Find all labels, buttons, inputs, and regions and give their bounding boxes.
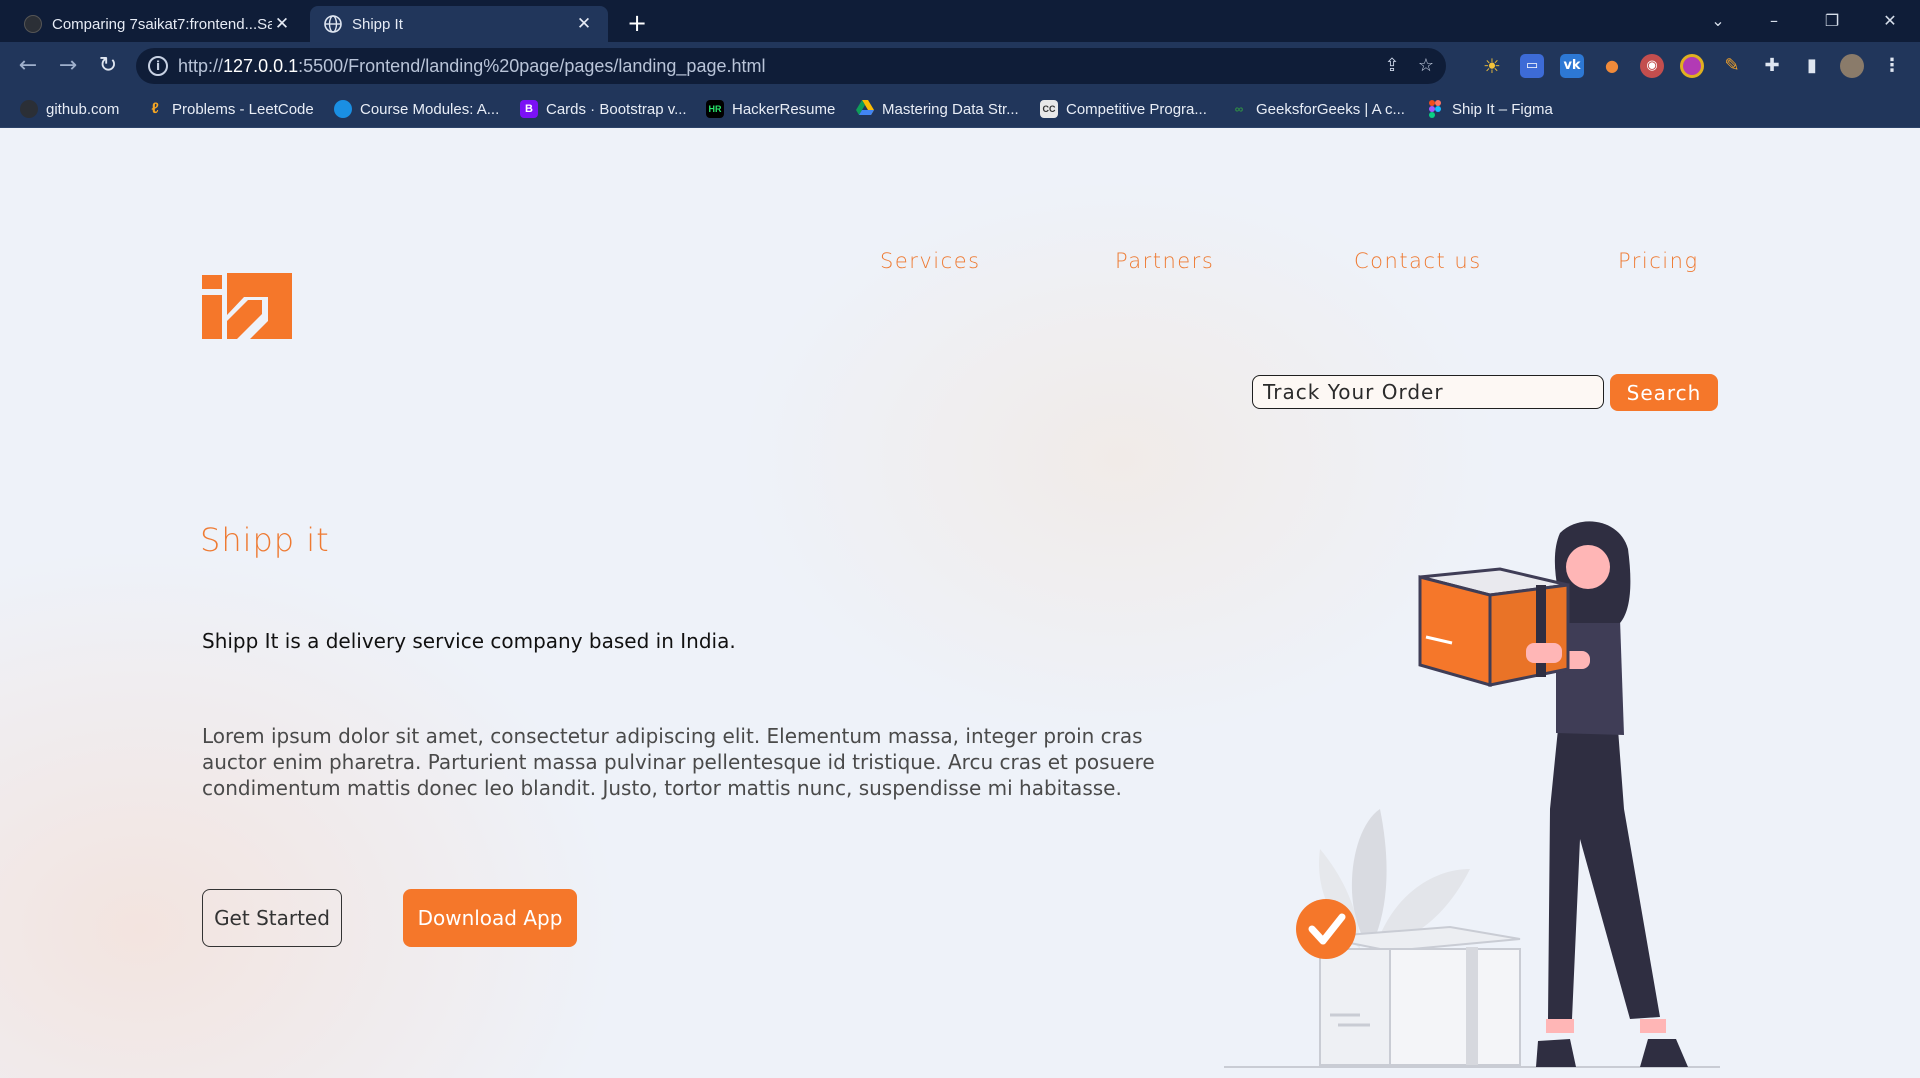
- bookmark-bootstrap[interactable]: B Cards · Bootstrap v...: [520, 97, 687, 121]
- bookmark-figma[interactable]: Ship It – Figma: [1426, 97, 1553, 121]
- cc-icon: CC: [1040, 100, 1058, 118]
- bootstrap-icon: B: [520, 100, 538, 118]
- landing-page: Services Partners Contact us Pricing Sea…: [0, 129, 1920, 1078]
- url-path: :5500/Frontend/landing%20page/pages/land…: [298, 56, 766, 76]
- nav-services[interactable]: Services: [880, 249, 981, 273]
- bookmark-label: HackerResume: [732, 100, 836, 118]
- shipp-it-logo[interactable]: [202, 273, 292, 339]
- share-icon[interactable]: ⇪: [1380, 54, 1404, 78]
- url-scheme: http://: [178, 56, 224, 76]
- download-app-button[interactable]: Download App: [403, 889, 577, 947]
- tab-shipp-it[interactable]: Shipp It ✕: [310, 6, 608, 42]
- bookmark-label: Competitive Progra...: [1066, 100, 1207, 118]
- browser-toolbar: ← → ↻ i http://127.0.0.1:5500/Frontend/l…: [0, 42, 1920, 90]
- delivery-person-illustration: [1220, 519, 1720, 1078]
- minimize-icon[interactable]: –: [1752, 6, 1796, 36]
- new-tab-button[interactable]: +: [622, 8, 652, 38]
- info-icon[interactable]: i: [148, 56, 168, 76]
- extensions-puzzle-icon[interactable]: ✚: [1760, 54, 1784, 78]
- side-panel-icon[interactable]: ▮: [1800, 54, 1824, 78]
- close-icon[interactable]: ✕: [574, 14, 594, 34]
- url-host: 127.0.0.1: [223, 56, 299, 76]
- forward-icon[interactable]: →: [52, 50, 84, 82]
- address-bar[interactable]: i http://127.0.0.1:5500/Frontend/landing…: [136, 48, 1446, 84]
- spy-extension-icon[interactable]: ◉: [1640, 54, 1664, 78]
- sun-extension-icon[interactable]: ☀: [1480, 54, 1504, 78]
- github-icon: [24, 15, 42, 33]
- search-button[interactable]: Search: [1610, 374, 1718, 411]
- bookmark-label: Problems - LeetCode: [172, 100, 314, 118]
- bookmark-label: Ship It – Figma: [1452, 100, 1553, 118]
- bookmark-label: github.com: [46, 100, 120, 118]
- bookmark-competitive-programming[interactable]: CC Competitive Progra...: [1040, 97, 1207, 121]
- bookmark-leetcode[interactable]: ℓ Problems - LeetCode: [146, 97, 314, 121]
- mouse-extension-icon[interactable]: ●: [1600, 54, 1624, 78]
- bookmark-hackerresume[interactable]: HR HackerResume: [706, 97, 835, 121]
- tab-title: Shipp It: [352, 15, 403, 33]
- window-extension-icon[interactable]: ▭: [1520, 54, 1544, 78]
- url-text[interactable]: http://127.0.0.1:5500/Frontend/landing%2…: [178, 56, 765, 77]
- bookmark-course-modules[interactable]: Course Modules: A...: [334, 97, 499, 121]
- bookmark-github[interactable]: github.com: [20, 97, 119, 121]
- menu-kebab-icon[interactable]: ⋮: [1880, 54, 1904, 78]
- github-icon: [20, 100, 38, 118]
- back-icon[interactable]: ←: [12, 50, 44, 82]
- reload-icon[interactable]: ↻: [92, 50, 124, 82]
- hero-tagline: Shipp It is a delivery service company b…: [202, 629, 736, 653]
- figma-icon: [1426, 100, 1444, 118]
- nav-pricing[interactable]: Pricing: [1618, 249, 1699, 273]
- leetcode-icon: ℓ: [151, 100, 159, 117]
- tab-search-icon[interactable]: ⌄: [1696, 6, 1740, 36]
- bookmark-label: GeeksforGeeks | A c...: [1256, 100, 1405, 118]
- bookmarks-bar: github.com ℓ Problems - LeetCode Course …: [0, 90, 1920, 128]
- color-extension-icon[interactable]: [1680, 54, 1704, 78]
- nav-contact-us[interactable]: Contact us: [1354, 249, 1482, 273]
- cloud-icon: [334, 100, 352, 118]
- bookmark-label: Course Modules: A...: [360, 100, 500, 118]
- nav-partners[interactable]: Partners: [1115, 249, 1214, 273]
- gfg-icon: ∞: [1234, 102, 1244, 116]
- tab-comparing[interactable]: Comparing 7saikat7:frontend...Sa ✕: [10, 6, 306, 42]
- get-started-button[interactable]: Get Started: [202, 889, 342, 947]
- drive-icon: [856, 100, 874, 118]
- bookmark-star-icon[interactable]: ☆: [1414, 54, 1438, 78]
- bookmark-label: Cards · Bootstrap v...: [546, 100, 687, 118]
- bookmark-mastering-ds[interactable]: Mastering Data Str...: [856, 97, 1019, 121]
- close-icon[interactable]: ✕: [272, 14, 292, 34]
- hero-description: Lorem ipsum dolor sit amet, consectetur …: [202, 724, 1155, 800]
- globe-icon: [324, 15, 342, 33]
- restore-icon[interactable]: ❐: [1810, 6, 1854, 36]
- hero-title: Shipp it: [200, 521, 330, 559]
- vk-extension-icon[interactable]: vk: [1560, 54, 1584, 78]
- window-close-icon[interactable]: ✕: [1868, 6, 1912, 36]
- track-order-input[interactable]: [1252, 375, 1604, 409]
- profile-avatar[interactable]: [1840, 54, 1864, 78]
- bookmark-geeksforgeeks[interactable]: ∞ GeeksforGeeks | A c...: [1230, 97, 1405, 121]
- tab-title: Comparing 7saikat7:frontend...Sa: [52, 15, 272, 33]
- hackerresume-icon: HR: [706, 100, 724, 118]
- bookmark-label: Mastering Data Str...: [882, 100, 1019, 118]
- browser-tab-strip: Comparing 7saikat7:frontend...Sa ✕ Shipp…: [0, 0, 1920, 42]
- pencil-extension-icon[interactable]: ✎: [1720, 54, 1744, 78]
